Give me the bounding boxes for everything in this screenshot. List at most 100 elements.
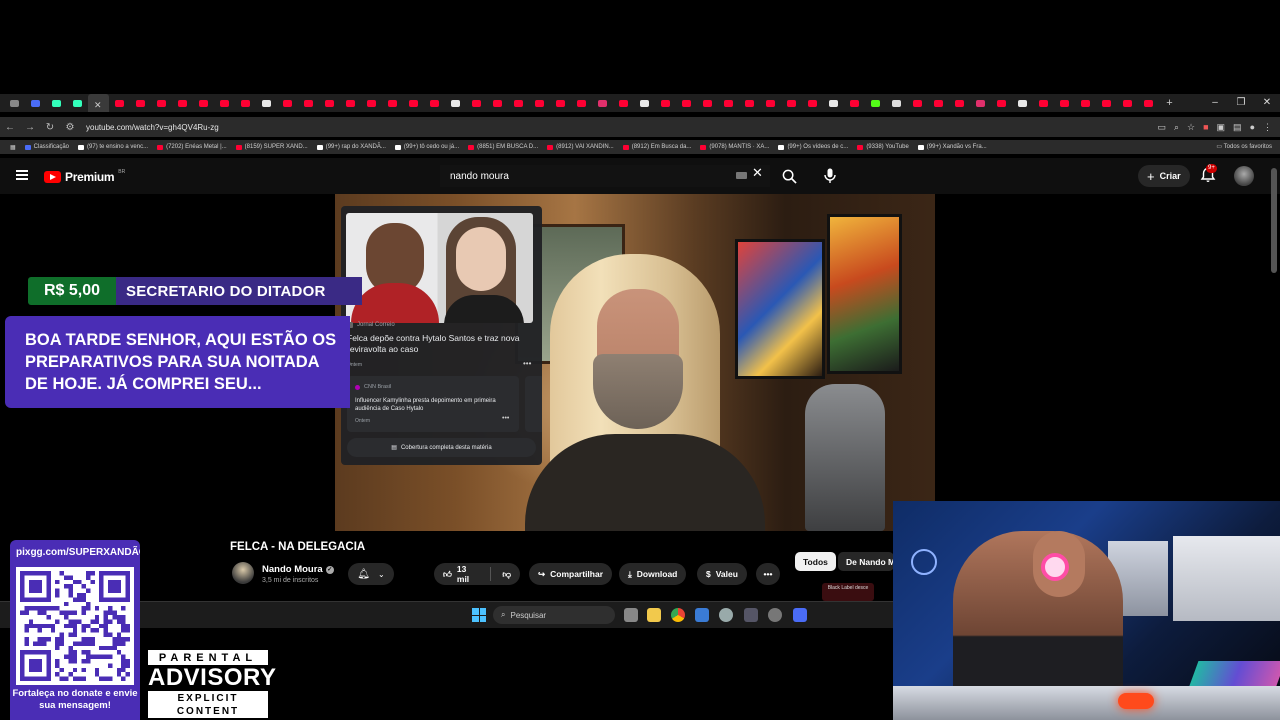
more-actions-button[interactable]: ••• [756, 563, 780, 585]
browser-tab[interactable] [67, 94, 88, 112]
related-video-thumbnail[interactable]: Black Label desce [822, 583, 874, 601]
forward-icon[interactable]: → [20, 122, 40, 133]
star-icon[interactable]: ☆ [1187, 122, 1195, 133]
browser-tab[interactable] [1054, 94, 1075, 112]
browser-tab[interactable] [1138, 94, 1159, 112]
taskbar-search[interactable]: ⌕ Pesquisar [493, 606, 615, 624]
voice-search-button[interactable] [818, 164, 842, 188]
browser-tab[interactable] [907, 94, 928, 112]
browser-tab[interactable] [802, 94, 823, 112]
browser-tab[interactable] [928, 94, 949, 112]
reload-icon[interactable]: ↻ [40, 122, 60, 133]
browser-tab[interactable] [4, 94, 25, 112]
browser-tab[interactable] [739, 94, 760, 112]
steam-icon[interactable] [744, 608, 758, 622]
news-headline[interactable]: Felca depõe contra Hytalo Santos e traz … [347, 333, 532, 355]
like-button[interactable]: 👍︎ 13 mil [443, 564, 479, 584]
browser-tab[interactable] [1012, 94, 1033, 112]
full-coverage-button[interactable]: ▤ Cobertura completa desta matéria [347, 438, 536, 457]
bookmark-item[interactable]: (8912) Em Busca da... [622, 144, 691, 150]
browser-tab[interactable] [970, 94, 991, 112]
browser-tab[interactable] [634, 94, 655, 112]
bookmark-item[interactable]: (7202) Enéas Metal |... [157, 144, 227, 150]
bookmark-item[interactable]: (99+) tô cedo ou já... [394, 144, 459, 150]
back-icon[interactable]: ← [0, 122, 20, 133]
browser-tab[interactable] [844, 94, 865, 112]
settings-icon[interactable] [719, 608, 733, 622]
browser-tab[interactable] [466, 94, 487, 112]
browser-tab[interactable] [193, 94, 214, 112]
account-avatar[interactable] [1234, 166, 1254, 186]
browser-tab[interactable] [865, 94, 886, 112]
bookmark-item[interactable]: (9338) YouTube [857, 144, 909, 150]
minimize-icon[interactable]: – [1202, 94, 1228, 112]
browser-tab[interactable] [550, 94, 571, 112]
bookmark-item[interactable]: (8159) SUPER XAND... [235, 144, 308, 150]
thanks-button[interactable]: $ Valeu [697, 563, 747, 585]
maximize-icon[interactable]: ❐ [1228, 94, 1254, 112]
share-button[interactable]: ↪ Compartilhar [529, 563, 613, 585]
browser-tab[interactable] [613, 94, 634, 112]
browser-tab[interactable] [487, 94, 508, 112]
browser-tab[interactable] [1117, 94, 1138, 112]
app-icon[interactable] [793, 608, 807, 622]
page-scrollbar[interactable] [1271, 168, 1277, 273]
profile-icon[interactable]: ● [1250, 122, 1255, 132]
browser-tab[interactable] [361, 94, 382, 112]
news-sub-card-next[interactable] [525, 376, 542, 432]
browser-tab[interactable] [781, 94, 802, 112]
browser-tab[interactable] [445, 94, 466, 112]
browser-tab[interactable] [529, 94, 550, 112]
browser-tab[interactable] [214, 94, 235, 112]
zoom-icon[interactable]: ⌕ [1174, 122, 1179, 133]
browser-tab[interactable] [823, 94, 844, 112]
more-options-icon[interactable]: ••• [502, 415, 509, 422]
hamburger-menu-icon[interactable] [16, 170, 28, 180]
bookmark-item[interactable]: (97) te ensino a venc... [78, 144, 148, 150]
browser-tab[interactable] [718, 94, 739, 112]
download-button[interactable]: ⤓ Download [619, 563, 687, 585]
browser-tab[interactable] [235, 94, 256, 112]
all-favorites[interactable]: ▭ Todos os favoritos [1212, 140, 1272, 154]
task-view-icon[interactable] [624, 608, 638, 622]
app-icon[interactable] [768, 608, 782, 622]
browser-tab[interactable] [382, 94, 403, 112]
channel-name[interactable]: Nando Moura ✓ [262, 564, 334, 575]
browser-tab[interactable] [172, 94, 193, 112]
bookmark-item[interactable]: (8851) EM BUSCA D... [468, 144, 538, 150]
extension-icon[interactable]: ■ [1203, 122, 1208, 132]
browser-tab[interactable] [151, 94, 172, 112]
create-button[interactable]: + Criar [1138, 165, 1190, 187]
more-options-icon[interactable]: ••• [523, 359, 531, 368]
puzzle-icon[interactable]: ▣ [1217, 122, 1226, 133]
menu-icon[interactable]: ⋮ [1263, 122, 1272, 133]
channel-avatar[interactable] [232, 562, 254, 584]
cast-icon[interactable]: ▭ [1157, 122, 1166, 133]
browser-tab[interactable] [1033, 94, 1054, 112]
browser-tab[interactable] [424, 94, 445, 112]
bookmark-item[interactable]: (99+) rap do XANDÃ... [316, 144, 386, 150]
browser-tab[interactable] [508, 94, 529, 112]
tab-search-icon[interactable]: ▤ [1233, 122, 1242, 133]
browser-tab[interactable] [340, 94, 361, 112]
new-tab-icon[interactable]: + [1159, 94, 1180, 112]
app-icon[interactable] [695, 608, 709, 622]
browser-tab[interactable] [676, 94, 697, 112]
news-sub-card[interactable]: CNN Brasil Influencer Kamylinha presta d… [347, 376, 519, 432]
dislike-button[interactable]: 👎︎ [502, 569, 511, 580]
browser-tab[interactable] [655, 94, 676, 112]
browser-tab[interactable] [592, 94, 613, 112]
browser-tab[interactable] [256, 94, 277, 112]
bookmark-item[interactable]: Classificação [24, 144, 69, 150]
browser-tab[interactable] [319, 94, 340, 112]
close-tab-icon[interactable]: ✕ [94, 100, 103, 110]
subscription-bell-button[interactable]: 🔔︎ ⌄ [348, 563, 394, 585]
url-field[interactable]: youtube.com/watch?v=gh4QV4Ru-zg [86, 123, 219, 132]
browser-tab[interactable] [46, 94, 67, 112]
browser-tab[interactable] [760, 94, 781, 112]
browser-tab[interactable] [1096, 94, 1117, 112]
browser-tab[interactable] [403, 94, 424, 112]
browser-tab[interactable] [25, 94, 46, 112]
apps-icon[interactable]: ▦ [10, 144, 16, 151]
windows-start-icon[interactable] [472, 608, 486, 622]
